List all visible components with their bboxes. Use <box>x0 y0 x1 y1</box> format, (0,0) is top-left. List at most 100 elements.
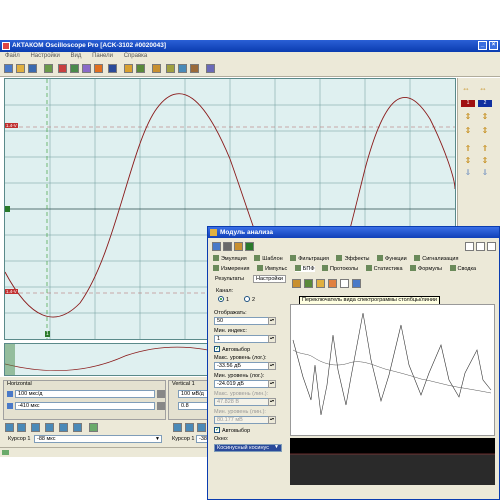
lock-icon[interactable] <box>157 390 165 398</box>
print-icon[interactable] <box>44 64 53 73</box>
min-level-input[interactable]: -24.019 дБ <box>214 380 274 388</box>
max-level-lin-spinner[interactable]: ▴▾ <box>268 398 276 406</box>
min-level-lin-spinner[interactable]: ▴▾ <box>268 416 276 424</box>
ch-marker-upper[interactable]: 1.4-V <box>5 123 18 128</box>
lock-offset-icon[interactable] <box>157 402 165 410</box>
auto-icon[interactable] <box>89 423 98 432</box>
dialog-run-icon[interactable] <box>245 242 254 251</box>
measure-icon[interactable] <box>124 64 133 73</box>
ch-marker-lower[interactable]: 1.4-V <box>5 289 18 294</box>
subtab-settings[interactable]: Настройки <box>253 275 286 283</box>
tab-effects[interactable]: Эффекты <box>336 255 370 262</box>
ch2-shift-icon[interactable]: ⇕ <box>480 156 490 165</box>
display-input[interactable]: 50 <box>214 317 274 325</box>
ch2-move-up-icon[interactable]: ⇑ <box>480 144 490 153</box>
settings-icon[interactable] <box>206 64 215 73</box>
tab-filtering[interactable]: Фильтрация <box>290 255 329 262</box>
spectrum-plot[interactable] <box>290 304 495 436</box>
tab-protocols[interactable]: Протоколы <box>322 265 358 272</box>
channel-icon[interactable] <box>178 64 187 73</box>
tab-functions[interactable]: Функции <box>377 255 407 262</box>
spectrogram[interactable] <box>290 438 495 485</box>
menu-view[interactable]: Вид <box>71 53 82 59</box>
menu-settings[interactable]: Настройки <box>30 53 59 59</box>
max-level-lin-input[interactable]: 47.828 В <box>214 398 274 406</box>
open-icon[interactable] <box>16 64 25 73</box>
stop-icon[interactable] <box>94 64 103 73</box>
shrink-horizontal-icon[interactable]: ⇔ <box>478 84 488 93</box>
channel-1-badge[interactable]: 1 <box>461 100 475 107</box>
tab-emulation[interactable]: Эмуляция <box>213 255 247 262</box>
channel-radio-1[interactable]: 1 <box>218 296 229 303</box>
fft-cursor-icon[interactable] <box>316 279 325 288</box>
ramp-icon[interactable] <box>59 423 68 432</box>
tab-formulas[interactable]: Формулы <box>410 265 442 272</box>
dialog-title-bar[interactable]: Модуль анализа <box>208 227 499 238</box>
max-level-spinner[interactable]: ▴▾ <box>268 362 276 370</box>
v-sine-icon[interactable] <box>173 423 182 432</box>
dialog-new-icon[interactable] <box>212 242 221 251</box>
ch2-move-down-icon[interactable]: ⇓ <box>480 168 490 177</box>
h-cursor-dropdown-icon[interactable]: ▼ <box>155 436 160 442</box>
tab-fft[interactable]: БПФ <box>294 265 315 272</box>
ch1-shift-icon[interactable]: ⇕ <box>463 156 473 165</box>
triangle-icon[interactable] <box>31 423 40 432</box>
ch2-expand-vertical-icon[interactable]: ⇕ <box>480 112 490 121</box>
tab-measurements[interactable]: Измерения <box>213 265 250 272</box>
display-spinner[interactable]: ▴▾ <box>268 317 276 325</box>
play-icon[interactable] <box>70 64 79 73</box>
dialog-close-icon[interactable] <box>487 242 496 251</box>
window-select[interactable]: Косинусный косинус <box>214 444 282 452</box>
ground-marker[interactable] <box>5 206 10 212</box>
ch1-move-up-icon[interactable]: ⇑ <box>463 144 473 153</box>
subtab-results[interactable]: Результаты <box>215 276 244 282</box>
fft-label-icon[interactable] <box>340 279 349 288</box>
fft-bars-toggle-icon[interactable] <box>352 279 361 288</box>
dialog-restore-icon[interactable] <box>476 242 485 251</box>
timebase-field[interactable]: 100 мкс/д <box>15 390 155 398</box>
v-triangle-icon[interactable] <box>197 423 206 432</box>
square-icon[interactable] <box>17 423 26 432</box>
tab-statistics[interactable]: Статистика <box>365 265 403 272</box>
ch1-expand-vertical-icon[interactable]: ⇕ <box>463 112 473 121</box>
trigger-icon[interactable] <box>136 64 145 73</box>
tab-summary[interactable]: Сводка <box>449 265 476 272</box>
new-icon[interactable] <box>4 64 13 73</box>
autoselect-1[interactable]: Автовыбор <box>214 345 250 353</box>
record-icon[interactable] <box>58 64 67 73</box>
tab-signaling[interactable]: Сигнализация <box>414 255 458 262</box>
fft-hand-icon[interactable] <box>328 279 337 288</box>
tab-pulse[interactable]: Импульс <box>257 265 287 272</box>
marker-icon[interactable] <box>166 64 175 73</box>
fft-grid-icon[interactable] <box>292 279 301 288</box>
dialog-cursor-icon[interactable] <box>234 242 243 251</box>
save-icon[interactable] <box>28 64 37 73</box>
ch1-shrink-vertical-icon[interactable]: ⇕ <box>463 126 473 135</box>
dialog-list-icon[interactable] <box>223 242 232 251</box>
offset-field[interactable]: -410 мкс <box>15 402 155 410</box>
channel-2-badge[interactable]: 2 <box>478 100 492 107</box>
cursor-icon[interactable] <box>152 64 161 73</box>
sine-icon[interactable] <box>5 423 14 432</box>
pulse-icon[interactable] <box>45 423 54 432</box>
expand-horizontal-icon[interactable]: ⇔ <box>461 84 471 93</box>
ch2-shrink-vertical-icon[interactable]: ⇕ <box>480 126 490 135</box>
dialog-minimize-icon[interactable] <box>465 242 474 251</box>
menu-file[interactable]: Файл <box>5 53 20 59</box>
window-dropdown-icon[interactable]: ▼ <box>274 444 279 450</box>
tab-template[interactable]: Шаблон <box>254 255 283 262</box>
cursor-marker[interactable]: 1 <box>45 331 50 337</box>
noise-icon[interactable] <box>73 423 82 432</box>
zoom-icon[interactable] <box>82 64 91 73</box>
h-cursor-select[interactable]: -88 мкс <box>34 435 162 443</box>
channel-radio-2[interactable]: 2 <box>244 296 255 303</box>
analysis-icon[interactable] <box>190 64 199 73</box>
min-level-spinner[interactable]: ▴▾ <box>268 380 276 388</box>
ch1-move-down-icon[interactable]: ⇓ <box>463 168 473 177</box>
close-button[interactable]: × <box>489 41 498 50</box>
menu-panels[interactable]: Панели <box>92 53 113 59</box>
menu-help[interactable]: Справка <box>124 53 148 59</box>
min-index-input[interactable]: 1 <box>214 335 274 343</box>
info-icon[interactable] <box>108 64 117 73</box>
min-index-spinner[interactable]: ▴▾ <box>268 335 276 343</box>
